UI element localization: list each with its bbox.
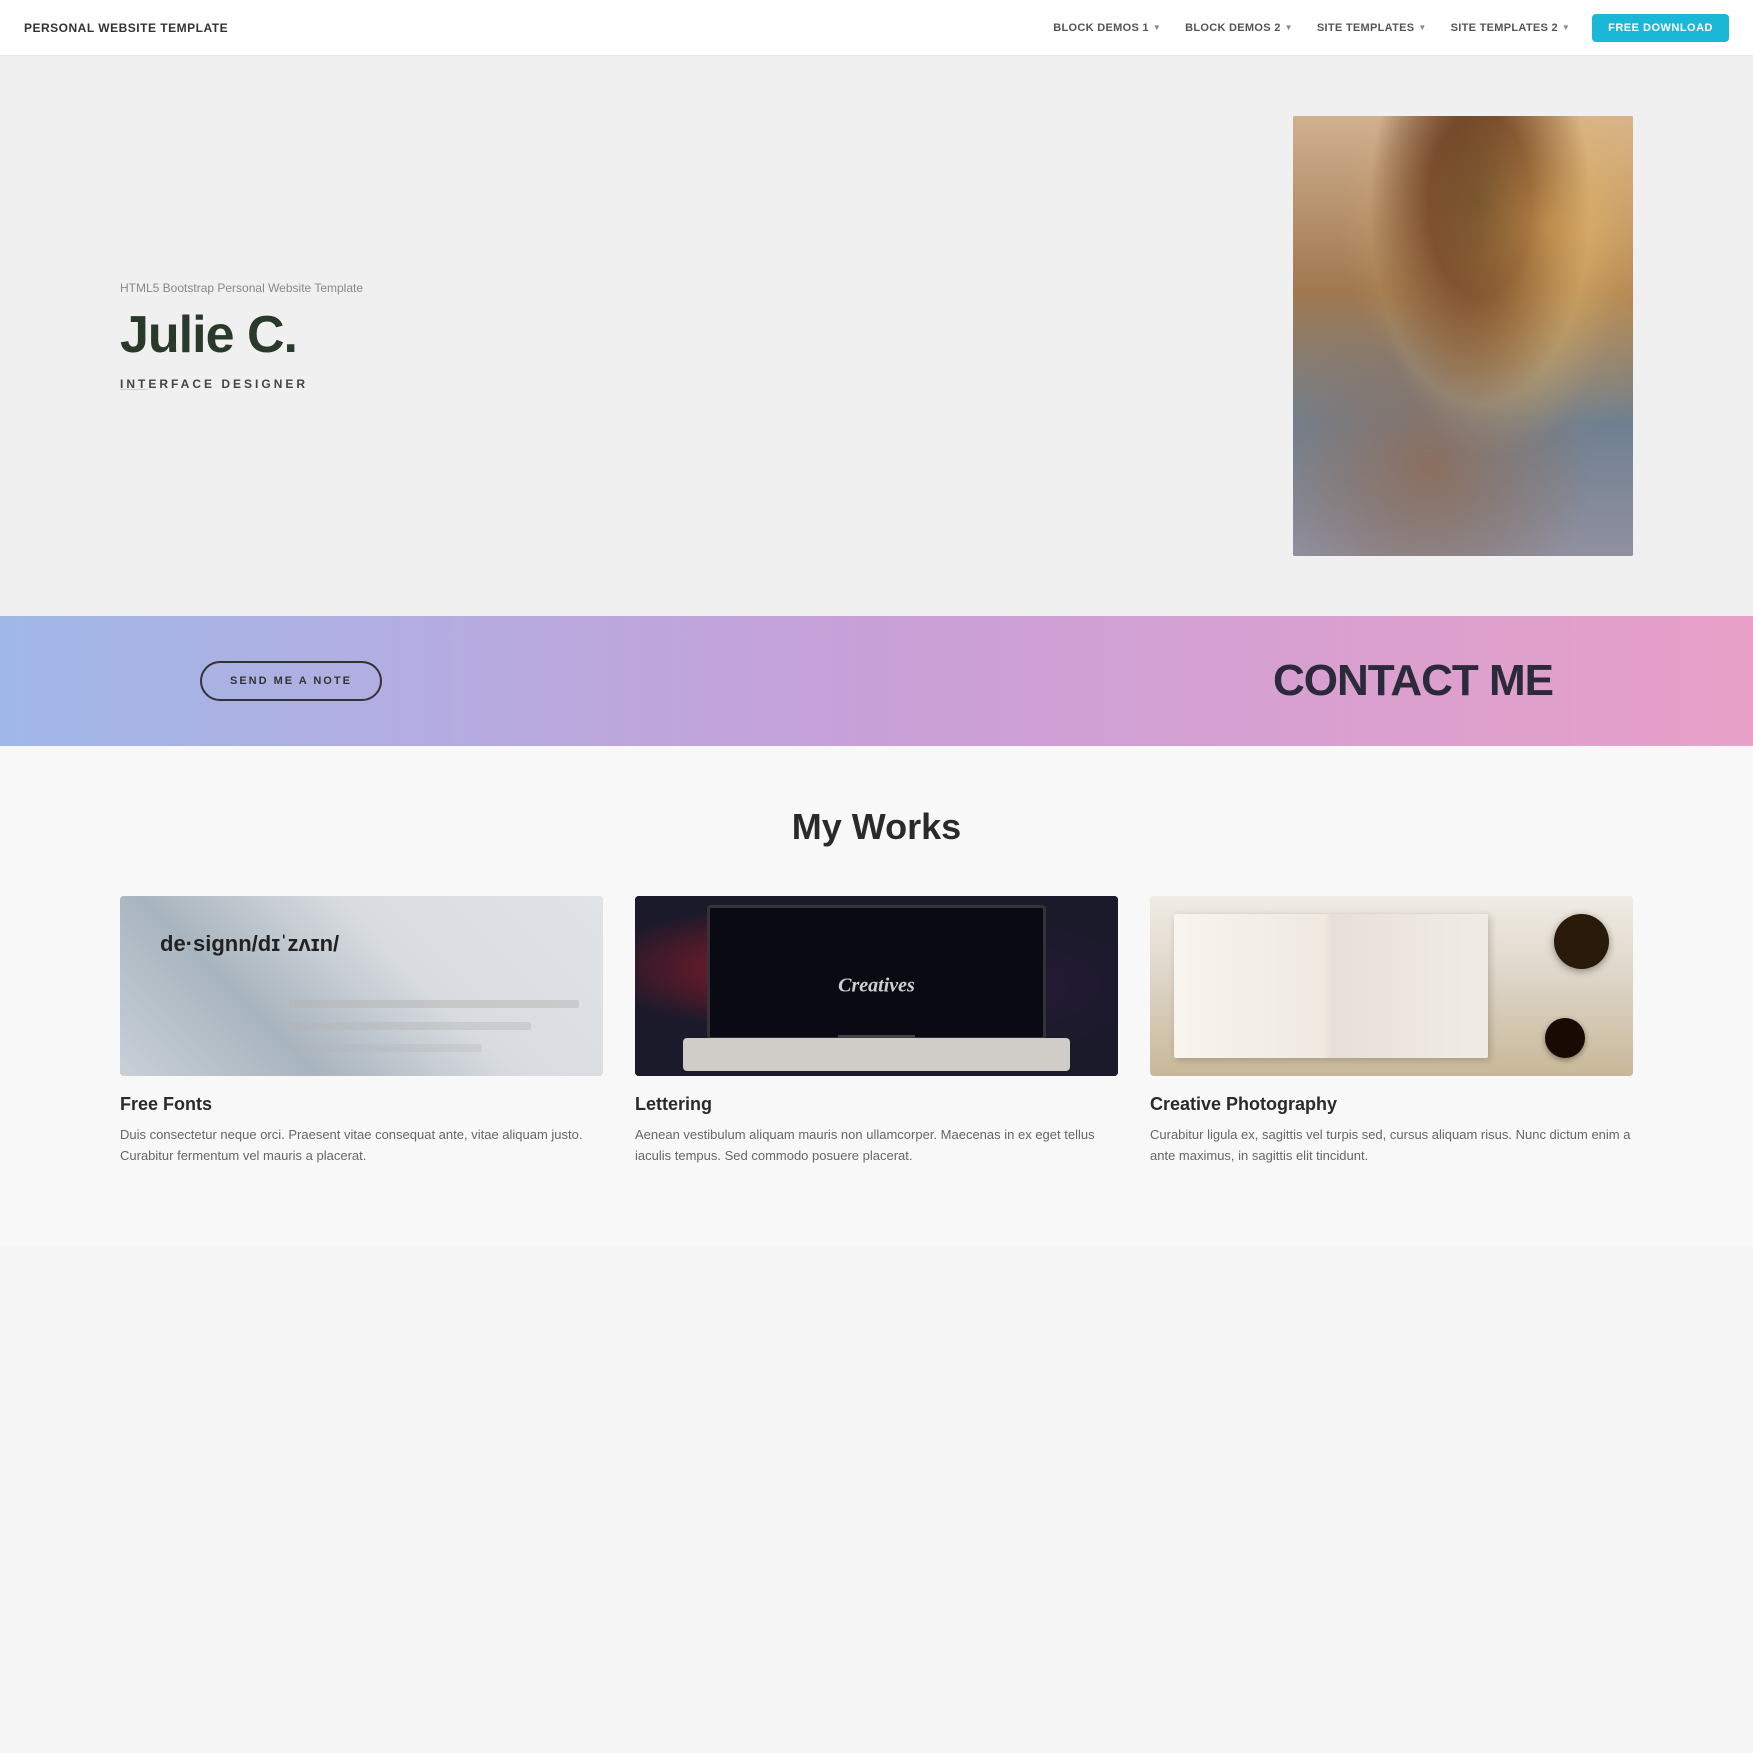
monitor-body: [707, 905, 1045, 1040]
contact-banner: SEND ME A NOTE CONTACT ME: [0, 616, 1753, 746]
works-section: My Works Free Fonts Duis consectetur neq…: [0, 746, 1753, 1247]
nav-site-templates-2[interactable]: SITE TEMPLATES 2 ▼: [1441, 16, 1581, 40]
contact-title: CONTACT ME: [1273, 656, 1553, 706]
hero-section: HTML5 Bootstrap Personal Website Templat…: [0, 56, 1753, 616]
chevron-down-icon: ▼: [1285, 23, 1293, 32]
work-card-2: Creative Photography Curabitur ligula ex…: [1150, 896, 1633, 1167]
free-download-button[interactable]: FREE DOWNLOAD: [1592, 14, 1729, 42]
work-card-title-0: Free Fonts: [120, 1094, 603, 1115]
coffee-cup-1: [1554, 914, 1609, 969]
hero-content: HTML5 Bootstrap Personal Website Templat…: [120, 281, 1233, 390]
coffee-cup-2: [1545, 1018, 1585, 1058]
tablet-detail-line-2: [289, 1022, 531, 1030]
hero-image-container: [1293, 116, 1633, 556]
contact-banner-right: CONTACT ME: [1273, 656, 1553, 706]
work-card-0: Free Fonts Duis consectetur neque orci. …: [120, 896, 603, 1167]
hero-role: INTERFACE DESIGNER: [120, 377, 1233, 391]
hero-photo: [1293, 116, 1633, 556]
hero-name: Julie C.: [120, 307, 1233, 364]
works-grid: Free Fonts Duis consectetur neque orci. …: [120, 896, 1633, 1167]
chevron-down-icon: ▼: [1562, 23, 1570, 32]
nav-block-demos-2[interactable]: BLOCK DEMOS 2 ▼: [1175, 16, 1303, 40]
brand-logo: PERSONAL WEBSITE TEMPLATE: [24, 21, 228, 35]
work-card-title-1: Lettering: [635, 1094, 1118, 1115]
hero-subtitle: HTML5 Bootstrap Personal Website Templat…: [120, 281, 1233, 295]
chevron-down-icon: ▼: [1153, 23, 1161, 32]
work-image-0: [120, 896, 603, 1076]
work-card-1: Lettering Aenean vestibulum aliquam maur…: [635, 896, 1118, 1167]
nav-links: BLOCK DEMOS 1 ▼ BLOCK DEMOS 2 ▼ SITE TEM…: [1043, 14, 1729, 42]
send-note-button[interactable]: SEND ME A NOTE: [200, 661, 382, 701]
photo-overlay-jacket: [1361, 314, 1599, 556]
work-image-2: [1150, 896, 1633, 1076]
nav-block-demos-1[interactable]: BLOCK DEMOS 1 ▼: [1043, 16, 1171, 40]
contact-banner-left: SEND ME A NOTE: [200, 661, 382, 701]
work-card-text-0: Duis consectetur neque orci. Praesent vi…: [120, 1125, 603, 1167]
nav-site-templates[interactable]: SITE TEMPLATES ▼: [1307, 16, 1437, 40]
navbar: PERSONAL WEBSITE TEMPLATE BLOCK DEMOS 1 …: [0, 0, 1753, 56]
work-card-title-2: Creative Photography: [1150, 1094, 1633, 1115]
keyboard: [683, 1038, 1069, 1070]
tablet-detail-line-1: [289, 1000, 579, 1008]
works-section-title: My Works: [120, 806, 1633, 848]
hero-role-suffix: ERFACE DESIGNER: [148, 377, 308, 391]
work-card-text-2: Curabitur ligula ex, sagittis vel turpis…: [1150, 1125, 1633, 1167]
hero-role-prefix: INT: [120, 377, 148, 391]
work-image-1: [635, 896, 1118, 1076]
chevron-down-icon: ▼: [1418, 23, 1426, 32]
work-card-text-1: Aenean vestibulum aliquam mauris non ull…: [635, 1125, 1118, 1167]
tablet-detail-line-3: [289, 1044, 482, 1052]
